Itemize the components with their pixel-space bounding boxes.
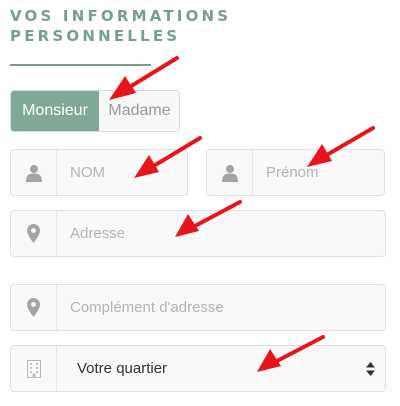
first-name-input[interactable] <box>253 150 384 195</box>
building-icon <box>11 346 57 391</box>
user-icon <box>207 150 253 195</box>
address-input[interactable] <box>57 211 385 256</box>
user-icon <box>11 150 57 195</box>
madame-button[interactable]: Madame <box>99 91 179 131</box>
last-name-input[interactable] <box>57 150 187 195</box>
district-select[interactable]: Votre quartier <box>10 345 386 392</box>
first-name-field <box>206 149 385 196</box>
gender-toggle: Monsieur Madame <box>10 90 180 132</box>
address-complement-field <box>10 284 386 331</box>
address-complement-input[interactable] <box>57 285 385 330</box>
monsieur-button[interactable]: Monsieur <box>11 91 99 131</box>
location-pin-icon <box>11 285 57 330</box>
section-title-line-1: VOS INFORMATIONS <box>10 7 232 25</box>
title-underline <box>10 64 151 66</box>
sort-arrows-icon <box>355 346 385 391</box>
section-title-line-2: PERSONNELLES <box>10 27 181 45</box>
address-field <box>10 210 386 257</box>
section-title: VOS INFORMATIONS PERSONNELLES <box>10 6 231 46</box>
location-pin-icon <box>11 211 57 256</box>
district-select-value: Votre quartier <box>77 360 168 377</box>
last-name-field <box>10 149 188 196</box>
